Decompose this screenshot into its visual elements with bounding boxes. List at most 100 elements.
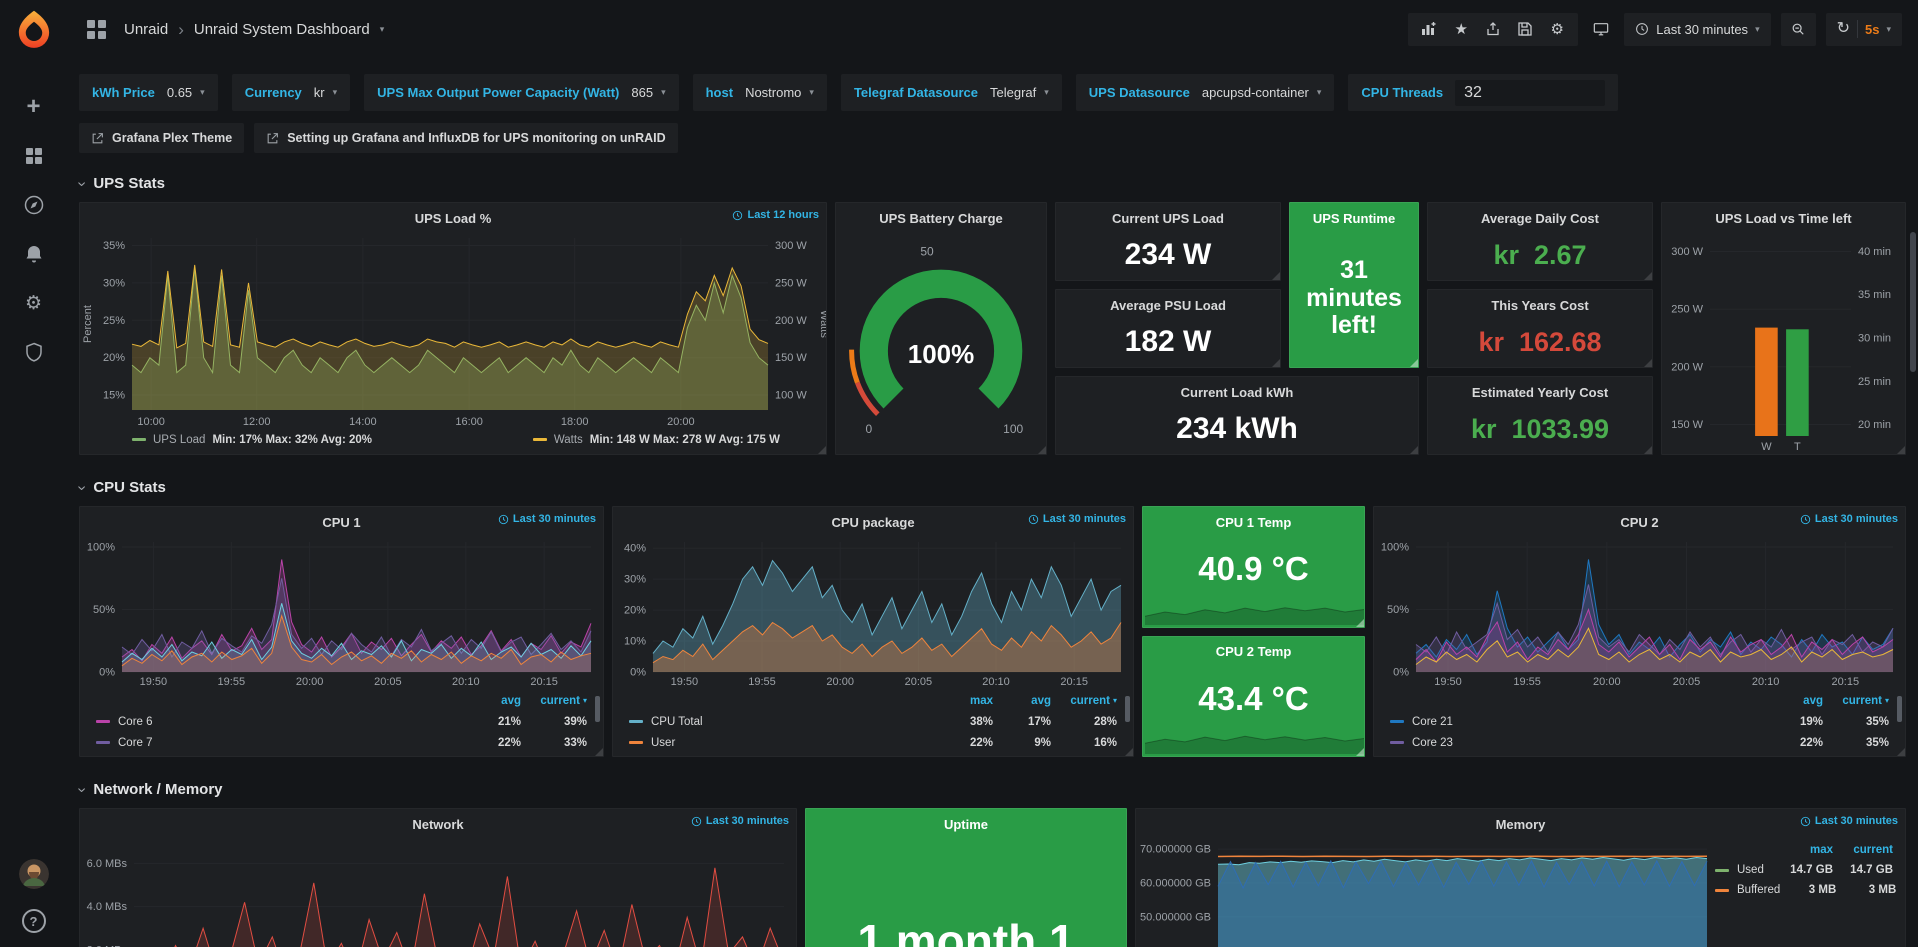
legend-col-header[interactable]: current (1833, 844, 1893, 856)
panel-title[interactable]: Current Load kWh (1181, 385, 1294, 400)
legend-item[interactable]: UPS Load Min: 17% Max: 32% Avg: 20% (132, 434, 372, 446)
panel-title[interactable]: Uptime (944, 817, 988, 832)
refresh-icon[interactable]: ↻ (1837, 21, 1850, 37)
svg-text:0%: 0% (99, 667, 115, 679)
variable-ups-max-output[interactable]: UPS Max Output Power Capacity (Watt) 865… (364, 74, 678, 111)
variable-currency[interactable]: Currency kr▾ (232, 74, 350, 111)
cpu2-chart[interactable]: 0%50%100%19:5019:5520:0020:0520:1020:15 (1374, 534, 1905, 690)
share-button[interactable] (1480, 16, 1506, 42)
ups-load-time-left-chart[interactable]: 150 W200 W250 W300 W20 min25 min30 min35… (1662, 230, 1905, 454)
legend-col-header[interactable]: avg (993, 695, 1051, 707)
legend-scrollbar[interactable] (1125, 696, 1130, 722)
sidebar-create-button[interactable]: + (23, 96, 45, 118)
variable-telegraf-datasource[interactable]: Telegraf Datasource Telegraf▾ (841, 74, 1062, 111)
legend-col-header[interactable]: max (1777, 844, 1833, 856)
panel-title[interactable]: This Years Cost (1491, 298, 1588, 313)
legend-col-header[interactable]: current▾ (521, 695, 587, 707)
user-avatar[interactable] (19, 859, 49, 889)
legend-col-header[interactable]: current▾ (1823, 695, 1889, 707)
cpu1-chart[interactable]: 0%50%100%19:5019:5520:0020:0520:1020:15 (80, 534, 603, 690)
variable-kwh-price[interactable]: kWh Price 0.65▾ (79, 74, 218, 111)
refresh-picker[interactable]: ↻ 5s ▾ (1826, 13, 1902, 46)
add-panel-button[interactable] (1416, 16, 1442, 42)
panel-title[interactable]: CPU 2 Temp (1216, 644, 1292, 659)
network-chart[interactable]: 2.0 MBs4.0 MBs6.0 MBs (80, 836, 796, 947)
sidebar-configuration-button[interactable]: ⚙ (23, 292, 45, 314)
zoom-out-button[interactable] (1781, 13, 1816, 46)
caret-down-icon[interactable]: ▾ (380, 25, 385, 34)
legend-row[interactable]: CPU Total 38% 17% 28% (629, 711, 1117, 732)
page-scrollbar[interactable] (1910, 232, 1916, 372)
breadcrumb-app[interactable]: Unraid (124, 21, 168, 38)
dashboard-settings-button[interactable]: ⚙ (1544, 16, 1570, 42)
legend-scrollbar[interactable] (595, 696, 600, 722)
caret-down-icon: ▾ (200, 88, 205, 97)
sidebar-alerting-button[interactable] (23, 243, 45, 265)
cpu-package-chart[interactable]: 0%10%20%30%40%19:5019:5520:0020:0520:102… (613, 534, 1133, 690)
legend-row[interactable]: Core 21 19% 35% (1390, 711, 1889, 732)
legend-row[interactable]: Core 7 22% 33% (96, 732, 587, 753)
panel-time-override[interactable]: Last 30 minutes (691, 815, 789, 827)
legend-row[interactable]: Core 23 22% 35% (1390, 732, 1889, 753)
svg-text:50%: 50% (1387, 604, 1409, 616)
legend-row[interactable]: Core 6 21% 39% (96, 711, 587, 732)
panel-title[interactable]: UPS Battery Charge (879, 211, 1003, 226)
breadcrumb-dashboard-title[interactable]: Unraid System Dashboard (194, 21, 370, 38)
legend-row[interactable]: User 22% 9% 16% (629, 732, 1117, 753)
legend-item[interactable]: Watts Min: 148 W Max: 278 W Avg: 175 W (533, 434, 780, 446)
apps-grid-icon[interactable] (87, 20, 106, 39)
legend-col-header[interactable]: current▾ (1051, 695, 1117, 707)
variable-cpu-threads[interactable]: CPU Threads 32 (1348, 74, 1618, 111)
panel-title[interactable]: Average Daily Cost (1481, 211, 1599, 226)
panel-ups-battery-charge: UPS Battery Charge 050100100% (835, 202, 1047, 455)
sidebar-dashboards-button[interactable] (23, 145, 45, 167)
cpu-threads-input[interactable]: 32 (1455, 80, 1605, 106)
panel-title[interactable]: CPU 2 (1620, 515, 1658, 530)
panel-time-override[interactable]: Last 12 hours (732, 209, 819, 221)
memory-chart[interactable]: 50.000000 GB60.000000 GB70.000000 GB (1136, 836, 1715, 947)
panel-title[interactable]: UPS Load % (415, 211, 492, 226)
cpu-section-header[interactable]: › CPU Stats (79, 479, 1906, 496)
legend-row[interactable]: Buffered 3 MB 3 MB (1715, 880, 1893, 900)
cpu-package-legend: max avg current▾ CPU Total 38% 17% 28% U… (613, 690, 1133, 756)
legend-col-header[interactable]: max (935, 695, 993, 707)
link-grafana-plex-theme[interactable]: Grafana Plex Theme (79, 123, 244, 153)
ups-load-chart[interactable]: 15%20%25%30%35%100 W150 W200 W250 W300 W… (80, 230, 826, 430)
panel-time-override[interactable]: Last 30 minutes (1800, 815, 1898, 827)
cycle-view-button[interactable] (1588, 16, 1614, 42)
refresh-interval-label[interactable]: 5s (1865, 22, 1879, 37)
legend-scrollbar[interactable] (1897, 696, 1902, 722)
panel-time-override[interactable]: Last 30 minutes (1028, 513, 1126, 525)
panel-title[interactable]: CPU 1 Temp (1216, 515, 1292, 530)
panel-title[interactable]: CPU 1 (322, 515, 360, 530)
grafana-logo[interactable] (12, 8, 56, 52)
panel-title[interactable]: Current UPS Load (1112, 211, 1224, 226)
variable-host[interactable]: host Nostromo▾ (693, 74, 827, 111)
help-button[interactable]: ? (22, 909, 46, 933)
sidebar-admin-button[interactable] (23, 341, 45, 363)
variable-ups-datasource[interactable]: UPS Datasource apcupsd-container▾ (1076, 74, 1335, 111)
sidebar-explore-button[interactable] (23, 194, 45, 216)
panel-title[interactable]: UPS Runtime (1313, 211, 1395, 226)
gear-icon: ⚙ (1551, 22, 1564, 37)
time-picker-button[interactable]: Last 30 minutes ▾ (1624, 13, 1770, 46)
svg-text:19:50: 19:50 (140, 676, 168, 688)
panel-title[interactable]: UPS Load vs Time left (1715, 211, 1851, 226)
ups-section-header[interactable]: › UPS Stats (79, 175, 1906, 192)
svg-text:35%: 35% (103, 240, 125, 252)
legend-row[interactable]: Used 14.7 GB 14.7 GB (1715, 860, 1893, 880)
star-button[interactable]: ★ (1448, 16, 1474, 42)
panel-time-override[interactable]: Last 30 minutes (498, 513, 596, 525)
legend-col-header[interactable]: avg (1765, 695, 1823, 707)
legend-col-header[interactable]: avg (463, 695, 521, 707)
save-button[interactable] (1512, 16, 1538, 42)
panel-time-override[interactable]: Last 30 minutes (1800, 513, 1898, 525)
network-memory-section-header[interactable]: › Network / Memory (79, 781, 1906, 798)
battery-gauge[interactable]: 050100100% (836, 230, 1046, 454)
panel-title[interactable]: Estimated Yearly Cost (1472, 385, 1608, 400)
panel-title[interactable]: Average PSU Load (1110, 298, 1226, 313)
panel-title[interactable]: Network (412, 817, 463, 832)
panel-title[interactable]: CPU package (831, 515, 914, 530)
link-ups-monitoring-guide[interactable]: Setting up Grafana and InfluxDB for UPS … (254, 123, 677, 153)
panel-title[interactable]: Memory (1496, 817, 1546, 832)
